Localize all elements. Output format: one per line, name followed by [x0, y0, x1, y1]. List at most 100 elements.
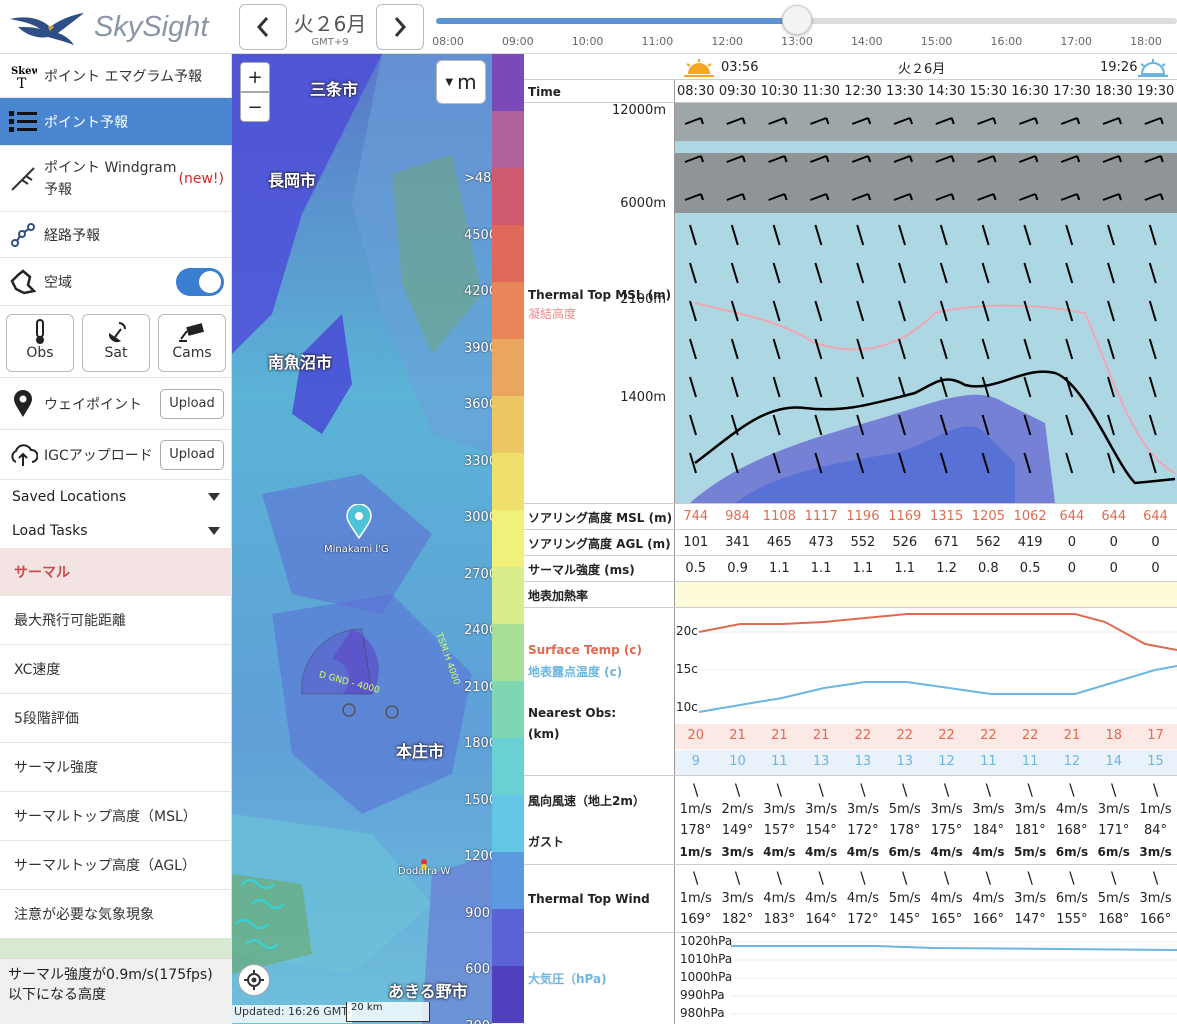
gust-cell: 4m/s [972, 845, 1005, 859]
time-slider[interactable]: 08:00 09:00 10:00 11:00 12:00 13:00 14:00 15:00… [432, 4, 1177, 50]
soar_agl-cell: 562 [975, 535, 1001, 550]
prev-day-button[interactable] [239, 4, 287, 50]
tt-speed-cell: 4m/s [972, 891, 1005, 906]
sidebar-item-route[interactable]: 経路予報 [0, 212, 232, 258]
location-pin-icon[interactable] [346, 503, 372, 544]
tt-speed-cell: 1m/s [679, 891, 712, 906]
gust-cell: 5m/s [1013, 845, 1047, 859]
sidebar-layer-item[interactable]: サーマル強度 [0, 743, 232, 792]
temp_row-cell: 21 [812, 728, 830, 743]
temperature-chart [698, 613, 1177, 713]
soar_msl-cell: 1315 [930, 509, 964, 524]
sidebar-item-windgram[interactable]: ポイント Windgram 予報 (new!) [0, 146, 232, 212]
wind-speed-cell: 3m/s [1097, 802, 1130, 817]
obs-button[interactable]: Obs [6, 314, 74, 372]
chevron-left-icon [256, 17, 269, 37]
next-day-button[interactable] [376, 4, 424, 50]
next-section-stub [0, 938, 232, 958]
soar_msl-cell: 1196 [846, 509, 880, 524]
sidebar-item-label: 空域 [44, 274, 72, 291]
sat-button[interactable]: Sat [82, 314, 150, 372]
sidebar-layer-item[interactable]: サーマルトップ高度（AGL） [0, 841, 232, 890]
legend-color-band [492, 909, 524, 966]
soar-msl-label: ソアリング高度 MSL (m) [528, 511, 673, 525]
sidebar-layer-item[interactable]: 最大飛行可能距離 [0, 596, 232, 645]
gust-cell: 3m/s [1139, 845, 1172, 859]
legend-color-band [492, 225, 524, 282]
sunrise-time: 03:56 [721, 60, 759, 75]
sidebar-layer-item[interactable]: 注意が必要な気象現象 [0, 890, 232, 939]
tt-speed-cell: 4m/s [763, 891, 796, 906]
soar_agl-cell: 341 [725, 535, 750, 550]
soar_msl-cell: 644 [1143, 509, 1168, 524]
zoom-out-button[interactable]: − [240, 92, 270, 122]
sidebar-layer-item[interactable]: 5段階評価 [0, 694, 232, 743]
sidebar-item-point-forecast[interactable]: ポイント予報 [0, 98, 232, 146]
legend-value-label: 3000 [464, 510, 492, 525]
legend-color-band [492, 738, 524, 795]
times-cell: 12:30 [844, 84, 882, 99]
tt-speed-cell: 5m/s [1097, 891, 1130, 906]
tt-speed-cell: 3m/s [1139, 891, 1172, 906]
gust-cell: 4m/s [763, 845, 796, 859]
soar_agl-cell: 465 [766, 535, 792, 550]
soar_agl-cell: 0 [1151, 535, 1160, 550]
timeline-tick-label: 16:00 [990, 35, 1023, 48]
times-cell: 13:30 [886, 84, 924, 99]
sunset-time: 19:26 [1100, 60, 1138, 75]
legend-color-band [492, 339, 524, 396]
locate-me-button[interactable] [238, 964, 270, 996]
sidebar-item-igc[interactable]: IGCアップロード Upload [0, 430, 232, 480]
date-display: 火２6月 GMT+9 [286, 4, 374, 50]
tt-dir-cell: 147° [1014, 912, 1046, 927]
tt-speed-cell: 4m/s [930, 891, 963, 906]
sidebar-item-label: ポイント Windgram 予報 [44, 159, 177, 198]
thermal_strength-cell: 1.1 [894, 561, 916, 576]
sidebar-item-airspace[interactable]: 空域 [0, 258, 232, 306]
dew_row-cell: 9 [691, 754, 700, 769]
logo[interactable]: SkySight [0, 0, 232, 54]
sidebar-layer-item[interactable]: XC速度 [0, 645, 232, 694]
thermal-strength-label: サーマル強度 (ms) [528, 563, 635, 577]
time-slider-knob[interactable] [782, 5, 812, 35]
legend-color-band [492, 54, 524, 111]
load-tasks-dropdown[interactable]: Load Tasks [0, 514, 232, 548]
timeline-tick-label: 17:00 [1060, 35, 1093, 48]
gust-cell: 3m/s [721, 845, 754, 859]
tt-dir-cell: 172° [847, 912, 879, 927]
legend-color-band [492, 396, 524, 453]
gust-cell: 6m/s [888, 845, 921, 859]
legend-value-label: 900 [465, 905, 490, 921]
pressure-chart [731, 941, 1177, 1015]
map-view[interactable]: + − ▼ m 三条市 長岡市 南魚沼市 本庄市 あきる野市 Minakami l… [232, 54, 492, 1024]
cloud-upload-icon [8, 440, 38, 470]
gust-cell: 6m/s [1097, 845, 1130, 859]
sidebar-layer-item[interactable]: サーマルトップ高度（MSL） [0, 792, 232, 841]
waypoint-upload-button[interactable]: Upload [160, 388, 224, 419]
soar_msl-cell: 644 [1059, 509, 1085, 524]
wind-arrow-icon: \ [1152, 868, 1159, 887]
tt-speed-cell: 3m/s [721, 891, 754, 906]
saved-locations-dropdown[interactable]: Saved Locations [0, 480, 232, 514]
wind-dir-cell: 84° [1144, 823, 1168, 838]
temp_row-cell: 21 [729, 728, 746, 743]
sidebar-item-emagram[interactable]: Skew T ポイント エマグラム予報 [0, 54, 232, 98]
legend-value-label: >4800 [464, 171, 492, 186]
wind-dir-cell: 168° [1056, 823, 1088, 838]
section-header-thermal[interactable]: サーマル [0, 548, 232, 596]
cams-button[interactable]: Cams [158, 314, 226, 372]
wind-arrow-icon: \ [776, 868, 783, 887]
dew_row-cell: 12 [938, 754, 955, 769]
timezone-label: GMT+9 [311, 37, 349, 48]
legend-value-label: 3300 [464, 453, 492, 469]
unit-selector[interactable]: ▼ m [436, 60, 486, 104]
sidebar-item-waypoint[interactable]: ウェイポイント Upload [0, 378, 232, 430]
igc-upload-button[interactable]: Upload [160, 439, 224, 470]
legend-color-band [492, 567, 524, 624]
camera-icon [159, 319, 225, 345]
zoom-in-button[interactable]: + [240, 62, 270, 92]
wind-speed-cell: 5m/s [888, 802, 921, 817]
airspace-toggle[interactable] [176, 268, 224, 296]
layer-description: サーマル強度が0.9m/s(175fps) 以下になる高度 [0, 958, 232, 1024]
wind-arrow-icon: \ [1069, 868, 1075, 887]
